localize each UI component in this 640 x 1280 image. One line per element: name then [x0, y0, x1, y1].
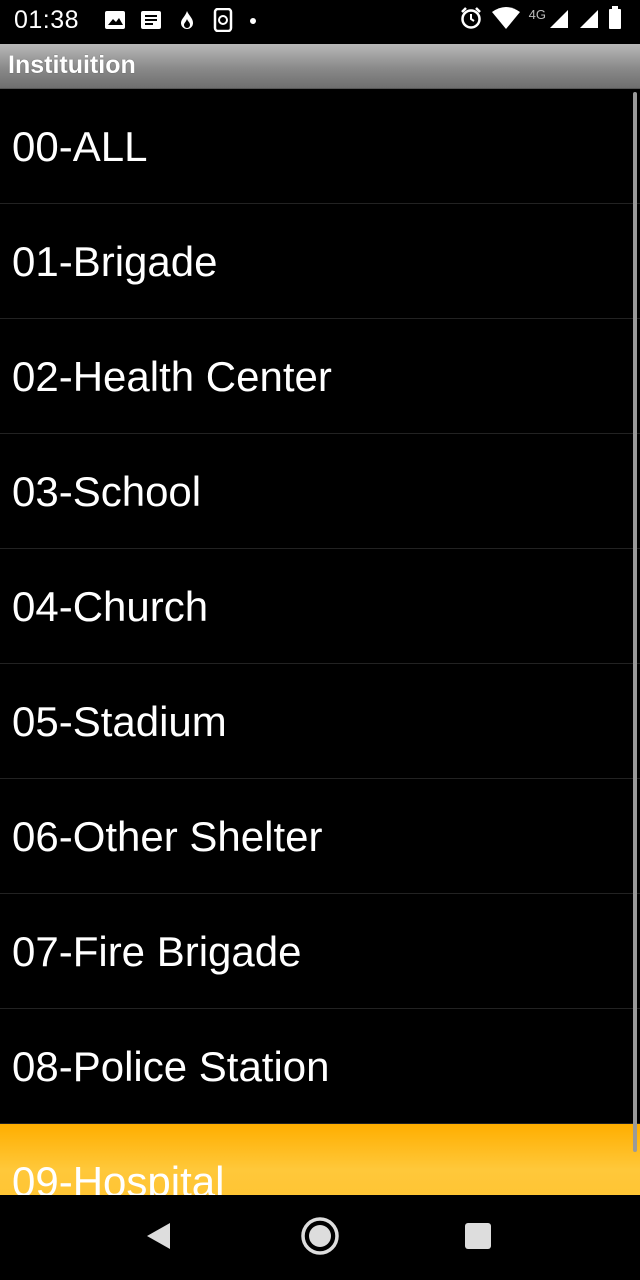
list-item[interactable]: 05-Stadium [0, 664, 640, 779]
network-type-label: 4G [528, 7, 546, 22]
navigation-bar [0, 1195, 640, 1280]
page-title: Instituition [8, 51, 136, 79]
back-button[interactable] [134, 1213, 184, 1263]
flame-icon [176, 9, 198, 36]
title-bar: Instituition [0, 44, 640, 89]
list-item-label: 08-Police Station [12, 1043, 330, 1090]
list-item-label: 03-School [12, 468, 202, 515]
system-icons: 4G [459, 6, 622, 35]
recents-button[interactable] [453, 1213, 503, 1263]
message-icon [140, 9, 162, 36]
list-item-label: 01-Brigade [12, 238, 218, 285]
list-item[interactable]: 04-Church [0, 549, 640, 664]
list-item-label: 05-Stadium [12, 698, 227, 745]
list-item-label: 04-Church [12, 583, 209, 630]
list-item[interactable]: 02-Health Center [0, 319, 640, 434]
notification-icons [104, 7, 258, 37]
alarm-icon [459, 6, 483, 35]
scrollbar[interactable] [633, 92, 637, 1152]
dot-icon [248, 9, 258, 36]
back-icon [144, 1221, 174, 1256]
home-button[interactable] [295, 1213, 345, 1263]
list-item-label: 09-Hospital [12, 1158, 225, 1195]
institution-list[interactable]: 00-ALL 01-Brigade 02-Health Center 03-Sc… [0, 89, 640, 1195]
battery-icon [608, 6, 622, 35]
signal-icon [548, 7, 570, 34]
signal-icon-2 [578, 7, 600, 34]
list-item-selected[interactable]: 09-Hospital [0, 1124, 640, 1195]
list-item-label: 07-Fire Brigade [12, 928, 302, 975]
list-item[interactable]: 07-Fire Brigade [0, 894, 640, 1009]
image-icon [104, 9, 126, 36]
recents-icon [464, 1222, 492, 1255]
list-item[interactable]: 03-School [0, 434, 640, 549]
list-item-label: 06-Other Shelter [12, 813, 323, 860]
list-item[interactable]: 06-Other Shelter [0, 779, 640, 894]
status-bar: 01:38 4G [0, 0, 640, 44]
list-item-label: 00-ALL [12, 123, 148, 170]
status-time: 01:38 [14, 6, 80, 34]
list-item-label: 02-Health Center [12, 353, 332, 400]
list-item[interactable]: 08-Police Station [0, 1009, 640, 1124]
wifi-icon [491, 6, 521, 35]
phone-sync-icon [212, 7, 234, 37]
home-icon [300, 1216, 340, 1261]
list-item[interactable]: 01-Brigade [0, 204, 640, 319]
list-item[interactable]: 00-ALL [0, 89, 640, 204]
